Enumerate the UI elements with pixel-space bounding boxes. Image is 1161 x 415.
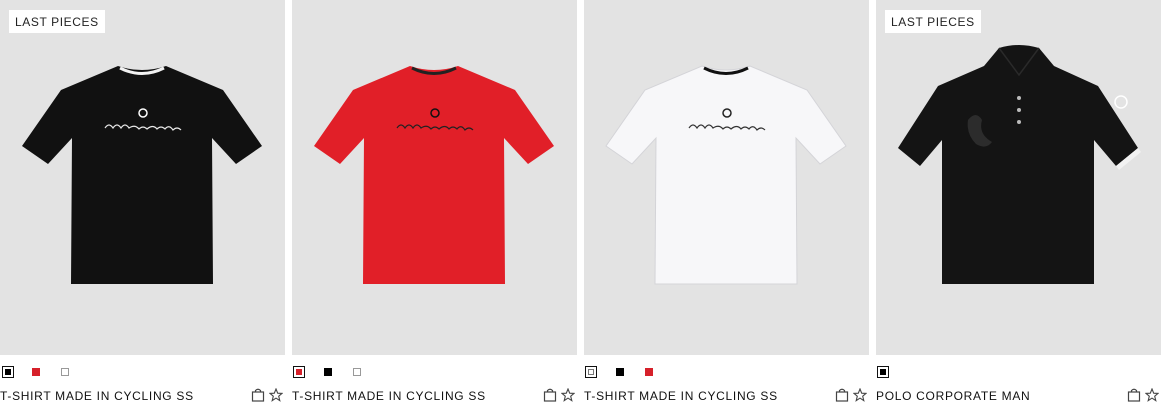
star-icon[interactable] [1145,388,1159,402]
swatch-black[interactable] [616,368,624,376]
polo-black-image [898,45,1141,284]
swatch-red[interactable] [32,368,40,376]
bag-icon[interactable] [251,388,265,402]
star-icon[interactable] [561,388,575,402]
swatch-white[interactable] [353,368,361,376]
product-card[interactable]: LAST PIECES T-SHIRT MADE IN CYCLING SS [0,0,285,415]
tshirt-red-image [314,66,554,284]
swatch-black[interactable] [324,368,332,376]
product-name[interactable]: T-SHIRT MADE IN CYCLING SS [584,388,778,404]
product-card[interactable]: T-SHIRT MADE IN CYCLING SS [584,0,869,415]
product-name[interactable]: T-SHIRT MADE IN CYCLING SS [292,388,486,404]
swatch-black-selected[interactable] [877,366,889,378]
bag-icon[interactable] [835,388,849,402]
product-card[interactable]: T-SHIRT MADE IN CYCLING SS [292,0,577,415]
tshirt-white-image [605,65,847,285]
swatch-white[interactable] [61,368,69,376]
last-pieces-badge: LAST PIECES [9,10,105,33]
product-card[interactable]: LAST PIECES POLO CORPORATE MAN [876,0,1161,415]
bag-icon[interactable] [543,388,557,402]
swatch-red-selected[interactable] [293,366,305,378]
star-icon[interactable] [853,388,867,402]
product-image[interactable]: LAST PIECES [876,0,1161,355]
bag-icon[interactable] [1127,388,1141,402]
swatch-black-selected[interactable] [2,366,14,378]
product-actions [543,388,577,404]
product-actions [1127,388,1161,404]
product-actions [835,388,869,404]
swatch-white-selected[interactable] [585,366,597,378]
last-pieces-badge: LAST PIECES [885,10,981,33]
tshirt-black-image [22,66,262,284]
product-name[interactable]: T-SHIRT MADE IN CYCLING SS [0,388,194,404]
swatch-red[interactable] [645,368,653,376]
product-image[interactable] [292,0,577,355]
product-actions [251,388,285,404]
product-name[interactable]: POLO CORPORATE MAN [876,388,1030,404]
product-image[interactable]: LAST PIECES [0,0,285,355]
product-image[interactable] [584,0,869,355]
star-icon[interactable] [269,388,283,402]
